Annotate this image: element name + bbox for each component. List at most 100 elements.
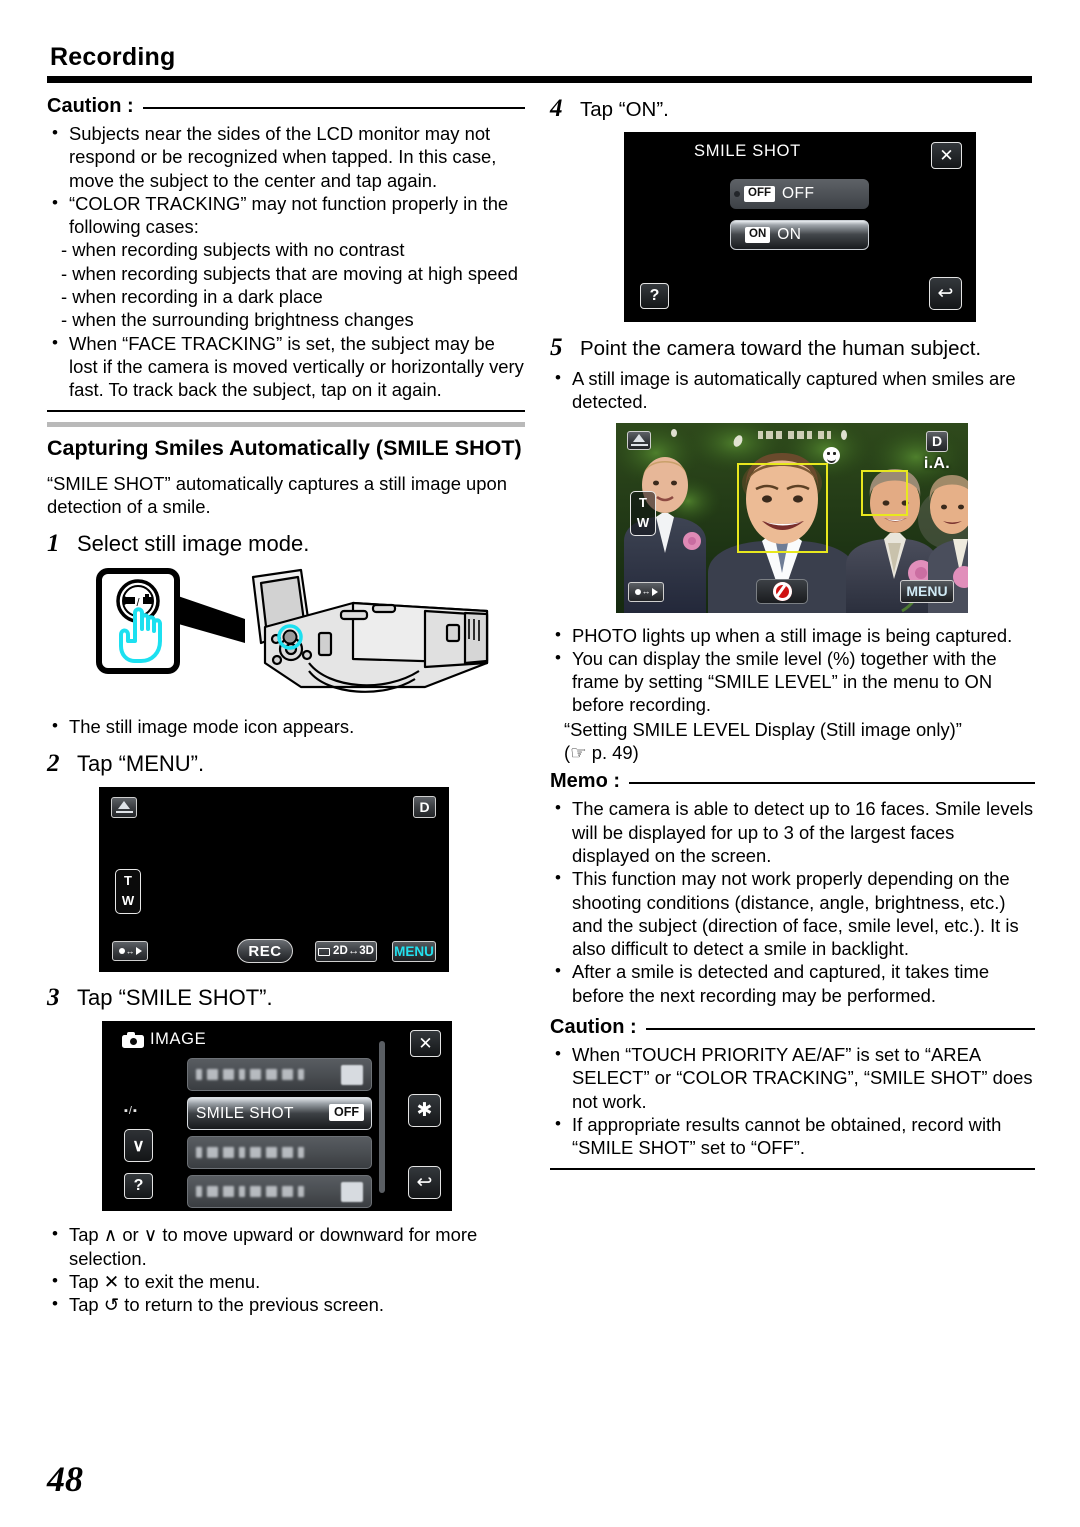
list-item: “COLOR TRACKING” may not function proper…: [47, 191, 525, 239]
zoom-tw-indicator: T W: [115, 869, 141, 915]
photo-notes: PHOTO lights up when a still image is be…: [550, 623, 1035, 717]
step-3: 3 Tap “SMILE SHOT”.: [47, 984, 525, 1012]
list-item: When “TOUCH PRIORITY AE/AF” is set to “A…: [550, 1042, 1035, 1113]
step-5: 5 Point the camera toward the human subj…: [550, 334, 1035, 362]
camera-diagram-svg: /: [96, 568, 489, 694]
record-play-toggle-icon[interactable]: ↔: [112, 941, 148, 962]
option-row-on[interactable]: ON ON: [730, 220, 869, 250]
menu-title: IMAGE: [150, 1030, 207, 1049]
section-heading: Capturing Smiles Automatically (SMILE SH…: [47, 435, 522, 460]
blurred-label: [196, 1186, 304, 1198]
zoom-w-label: W: [121, 893, 135, 909]
menu-scrollbar[interactable]: [379, 1041, 385, 1194]
memo-rule: [629, 781, 1035, 784]
zoom-t-label: T: [124, 873, 132, 889]
menu-row-label: SMILE SHOT: [196, 1104, 294, 1122]
menu-title: SMILE SHOT: [694, 142, 801, 160]
page-number: 48: [47, 1459, 83, 1499]
d-badge: D: [926, 430, 948, 452]
caution-rule-1: [142, 106, 525, 109]
caution-rule-2: [645, 1027, 1035, 1030]
right-column: 4 Tap “ON”. SMILE SHOT ✕ OFF OFF ON ON ?…: [550, 95, 1035, 1170]
help-button[interactable]: ?: [124, 1173, 153, 1200]
option-label: ON: [777, 226, 802, 243]
caution-label-1: Caution :: [47, 95, 134, 117]
triangle-warning-icon: [111, 797, 137, 819]
step-4: 4 Tap “ON”.: [550, 95, 1035, 123]
list-item: Tap ✕ to exit the menu.: [47, 1269, 525, 1293]
step-text: Select still image mode.: [77, 531, 310, 557]
screen-icon: [318, 947, 331, 956]
back-icon[interactable]: ↩: [408, 1166, 441, 1200]
list-item: After a smile is detected and captured, …: [550, 959, 1035, 1007]
list-item: Subjects near the sides of the LCD monit…: [47, 121, 525, 192]
step-text: Tap “SMILE SHOT”.: [77, 985, 273, 1011]
cross-reference-page: (☞ p. 49): [564, 742, 639, 764]
chevron-down-icon[interactable]: ∨: [124, 1129, 153, 1163]
page-title: Recording: [50, 43, 176, 71]
selected-dot-icon: [734, 191, 740, 197]
menu-row-1[interactable]: [187, 1058, 372, 1092]
menu-row-4[interactable]: [187, 1175, 372, 1209]
cross-reference-title: “Setting SMILE LEVEL Display (Still imag…: [564, 718, 962, 740]
ia-badge: i.A.: [923, 454, 950, 472]
smile-face-icon: [823, 446, 840, 464]
step-1: 1 Select still image mode.: [47, 530, 525, 558]
caution-bottom-rule: [47, 409, 525, 412]
step-text: Tap “ON”.: [580, 98, 669, 121]
list-item: If appropriate results cannot be obtaine…: [550, 1112, 1035, 1160]
rec-button[interactable]: REC: [237, 939, 293, 964]
step-number: 1: [47, 530, 60, 558]
mode-glyph: ▪/▪: [124, 1105, 138, 1118]
option-label: OFF: [782, 185, 815, 202]
zoom-w-label: W: [636, 514, 650, 530]
step-1-notes: The still image mode icon appears.: [47, 714, 525, 738]
lcd-screen-rec-view: D T W ↔ REC 2D↔3D MENU: [99, 787, 449, 973]
list-item: This function may not work properly depe…: [550, 866, 1035, 960]
step-number: 2: [47, 750, 60, 778]
menu-row-3[interactable]: [187, 1136, 372, 1170]
caution-heading-1: Caution :: [47, 95, 525, 118]
list-item: The camera is able to detect up to 16 fa…: [550, 796, 1035, 867]
step-number: 3: [47, 984, 60, 1012]
left-column: Caution : Subjects near the sides of the…: [47, 95, 525, 1317]
option-badge: OFF: [744, 186, 775, 202]
caution-subline: - when the surrounding brightness change…: [61, 309, 414, 331]
step-number: 5: [550, 334, 563, 361]
caution-subline: - when recording subjects with no contra…: [61, 239, 405, 261]
lcd-screen-smile-shot-options: SMILE SHOT ✕ OFF OFF ON ON ? ↩: [624, 132, 976, 322]
caution-label-2: Caution :: [550, 1016, 637, 1039]
list-item: Tap ↺ to return to the previous screen.: [47, 1292, 525, 1316]
close-icon[interactable]: ✕: [410, 1030, 441, 1058]
lcd-screen-image-menu: IMAGE ✕ SMILE SHOT OFF ▪/▪ ∨ ? ✱ ↩: [102, 1021, 452, 1212]
caution-list-1b: When “FACE TRACKING” is set, the subject…: [47, 331, 525, 402]
menu-button[interactable]: MENU: [900, 579, 954, 603]
row-thumbnail: [341, 1065, 363, 1086]
zoom-tw-indicator: T W: [630, 490, 656, 536]
back-icon[interactable]: ↩: [929, 277, 962, 310]
menu-row-smile-shot[interactable]: SMILE SHOT OFF: [187, 1097, 372, 1131]
step-text: Tap “MENU”.: [77, 751, 205, 777]
step-number: 4: [550, 95, 563, 122]
help-button[interactable]: ?: [640, 283, 669, 309]
caution-bottom-rule-2: [550, 1167, 1035, 1170]
close-icon[interactable]: ✕: [931, 142, 962, 169]
header-divider: [47, 76, 1032, 83]
mode-2d3d-button[interactable]: 2D↔3D: [315, 941, 377, 963]
caution-subline: - when recording in a dark place: [61, 286, 323, 308]
face-detection-box-secondary: [861, 469, 908, 516]
triangle-warning-icon: [627, 430, 651, 450]
face-detection-box-primary: [737, 462, 828, 553]
gear-icon[interactable]: ✱: [408, 1094, 441, 1128]
status-badge: OFF: [329, 1104, 364, 1121]
caution-list-1: Subjects near the sides of the LCD monit…: [47, 121, 525, 239]
mode-2d3d-label: 2D↔3D: [333, 945, 374, 958]
memo-label: Memo :: [550, 770, 620, 793]
menu-button[interactable]: MENU: [392, 941, 436, 963]
shutter-button[interactable]: [756, 578, 808, 604]
list-item: The still image mode icon appears.: [47, 714, 525, 738]
list-item: A still image is automatically captured …: [550, 366, 1035, 414]
option-row-off[interactable]: OFF OFF: [730, 179, 869, 209]
record-play-toggle-icon[interactable]: ↔: [628, 581, 664, 602]
lcd-screen-face-detection: D i.A. T W ↔ MENU: [616, 422, 968, 613]
